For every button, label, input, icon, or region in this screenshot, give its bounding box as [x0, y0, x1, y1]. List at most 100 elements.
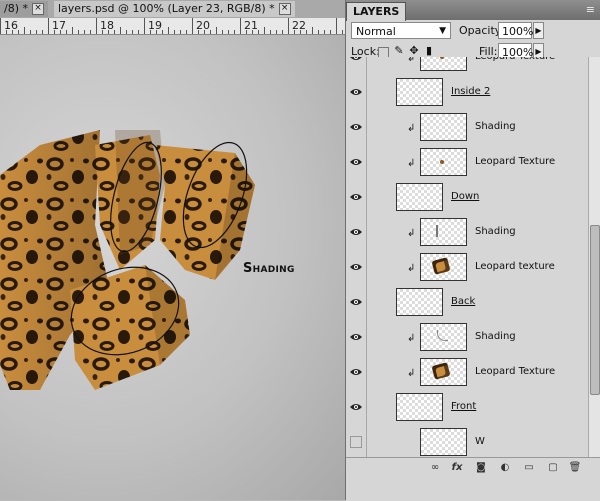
tab-label: layers.psd @ 100% (Layer 23, RGB/8) * — [58, 2, 275, 15]
scrollbar-thumb[interactable] — [590, 225, 600, 395]
layer-name: Front — [451, 401, 477, 412]
layer-row[interactable]: Back — [346, 285, 588, 321]
visibility-toggle[interactable] — [346, 57, 367, 75]
document-tab-previous[interactable]: /8) * × — [0, 1, 48, 17]
visibility-empty-icon — [350, 436, 362, 448]
layer-name: Leopard Texture — [475, 57, 555, 62]
visibility-toggle[interactable] — [346, 355, 367, 390]
panel-menu-icon[interactable]: ≡ — [586, 3, 595, 16]
visibility-toggle[interactable] — [346, 180, 367, 215]
thumbnail-mark — [431, 257, 451, 275]
layer-thumbnail[interactable] — [420, 57, 467, 71]
layer-row[interactable]: Front — [346, 390, 588, 426]
visibility-toggle[interactable] — [346, 215, 367, 250]
eye-icon — [350, 57, 362, 60]
eye-icon — [350, 334, 362, 340]
layer-name: Leopard Texture — [475, 156, 556, 167]
layer-name: Leopard Texture — [475, 366, 556, 377]
layer-thumbnail[interactable] — [396, 78, 443, 106]
thumbnail-mark — [437, 330, 448, 341]
document-tab-bar: /8) * × layers.psd @ 100% (Layer 23, RGB/… — [0, 0, 345, 19]
layers-panel: LAYERS ≡ Normal ▼ Opacity: 100% ▶ Lock: … — [345, 0, 600, 501]
layer-row[interactable]: ↲ Leopard texture — [346, 250, 588, 286]
layer-name: Back — [451, 296, 476, 307]
tab-layers[interactable]: LAYERS — [346, 2, 407, 21]
ruler-number: 19 — [148, 19, 162, 32]
layer-name: Leopard texture — [475, 261, 555, 272]
visibility-toggle[interactable] — [346, 425, 367, 457]
layer-thumbnail[interactable] — [420, 113, 467, 141]
visibility-toggle[interactable] — [346, 285, 367, 320]
visibility-toggle[interactable] — [346, 390, 367, 425]
lock-image-brush-icon[interactable]: ✎ — [393, 45, 405, 57]
layer-name: Shading — [475, 331, 516, 342]
clipping-mask-icon: ↲ — [407, 158, 416, 169]
clipping-mask-icon: ↲ — [407, 368, 416, 379]
eye-icon — [350, 194, 362, 200]
lock-all-icon[interactable]: ▮ — [423, 45, 435, 57]
visibility-toggle[interactable] — [346, 110, 367, 145]
eye-icon — [350, 299, 362, 305]
layer-thumbnail[interactable] — [396, 288, 443, 316]
opacity-slider-arrow-icon[interactable]: ▶ — [533, 22, 544, 39]
visibility-toggle[interactable] — [346, 145, 367, 180]
ruler-number: 16 — [4, 19, 18, 32]
trash-icon[interactable]: 🗑 — [568, 462, 582, 474]
visibility-toggle[interactable] — [346, 250, 367, 285]
layers-footer: ∞ fx ◙ ◐ ▭ ▢ 🗑 — [346, 457, 600, 501]
ruler-number: 18 — [100, 19, 114, 32]
layer-thumbnail[interactable] — [396, 393, 443, 421]
layer-thumbnail[interactable] — [420, 428, 467, 456]
layer-row[interactable]: Down — [346, 180, 588, 216]
folder-icon[interactable]: ▭ — [522, 462, 536, 474]
layer-thumbnail[interactable] — [420, 358, 467, 386]
layer-row[interactable]: W — [346, 425, 588, 457]
eye-icon — [350, 229, 362, 235]
layer-row[interactable]: ↲ Leopard Texture — [346, 57, 588, 76]
lock-position-move-icon[interactable]: ✥ — [408, 45, 420, 57]
layer-row[interactable]: Inside 2 — [346, 75, 588, 111]
thumbnail-mark — [431, 362, 451, 380]
layer-thumbnail[interactable] — [396, 183, 443, 211]
tab-label: /8) * — [4, 2, 28, 15]
eye-icon — [350, 159, 362, 165]
layer-row[interactable]: ↲ Leopard Texture — [346, 355, 588, 391]
clipping-mask-icon: ↲ — [407, 123, 416, 134]
visibility-toggle[interactable] — [346, 320, 367, 355]
layer-thumbnail[interactable] — [420, 148, 467, 176]
blend-row: Normal ▼ Opacity: 100% ▶ — [346, 20, 600, 42]
layer-name: W — [475, 436, 485, 447]
document-tab-active[interactable]: layers.psd @ 100% (Layer 23, RGB/8) * × — [54, 1, 295, 17]
link-icon[interactable]: ∞ — [428, 462, 442, 474]
ruler-number: 17 — [52, 19, 66, 32]
new-layer-icon[interactable]: ▢ — [546, 462, 560, 474]
clipping-mask-icon: ↲ — [407, 263, 416, 274]
ruler-number: 21 — [244, 19, 258, 32]
layer-row[interactable]: ↲ Shading — [346, 320, 588, 356]
layers-list: ↲ Leopard Texture Inside 2 ↲ Shading ↲ Leopard… — [346, 57, 588, 457]
document-canvas[interactable]: Shading — [0, 35, 345, 500]
layer-name: Shading — [475, 121, 516, 132]
layer-thumbnail[interactable] — [420, 323, 467, 351]
layer-row[interactable]: ↲ Leopard Texture — [346, 145, 588, 181]
layer-thumbnail[interactable] — [420, 253, 467, 281]
mask-icon[interactable]: ◙ — [474, 462, 488, 474]
layer-row[interactable]: ↲ Shading — [346, 110, 588, 146]
fx-icon[interactable]: fx — [450, 462, 464, 474]
clipping-mask-icon: ↲ — [407, 333, 416, 344]
layer-row[interactable]: ↲ Shading — [346, 215, 588, 251]
canvas-text-label: Shading — [243, 261, 295, 276]
close-icon[interactable]: × — [278, 3, 291, 15]
close-icon[interactable]: × — [32, 3, 44, 15]
eye-icon — [350, 404, 362, 410]
layer-name: Shading — [475, 226, 516, 237]
opacity-input[interactable]: 100% — [498, 22, 533, 39]
blend-mode-select[interactable]: Normal ▼ — [351, 22, 451, 39]
blend-mode-value: Normal — [356, 25, 396, 38]
thumbnail-mark — [440, 160, 444, 164]
adjustment-icon[interactable]: ◐ — [498, 462, 512, 474]
visibility-toggle[interactable] — [346, 75, 367, 110]
layer-thumbnail[interactable] — [420, 218, 467, 246]
ruler-number: 22 — [292, 19, 306, 32]
layers-scrollbar[interactable] — [588, 57, 600, 457]
